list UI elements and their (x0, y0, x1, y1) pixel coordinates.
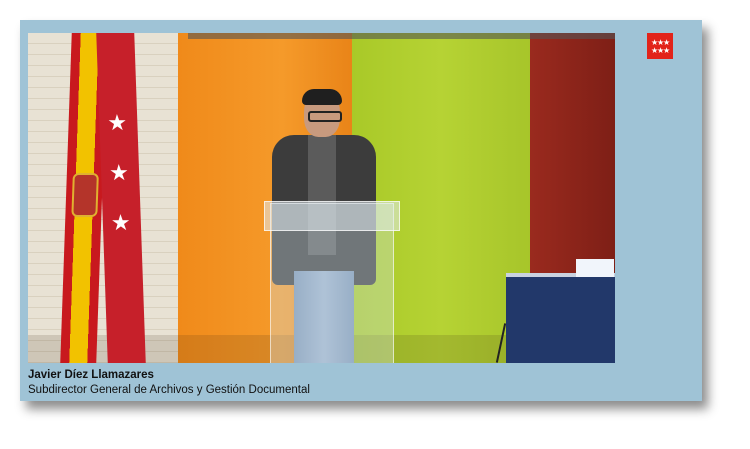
speaker-name: Javier Díez Llamazares (28, 369, 154, 381)
speaker-glasses (308, 111, 342, 122)
ceiling-beam (188, 33, 615, 39)
logo-star-icon: ★ (663, 46, 671, 55)
comunidad-de-madrid-logo-icon: ★ ★ ★ ★ ★ ★ (647, 33, 673, 59)
star-icon: ★ (108, 161, 130, 186)
coat-of-arms (71, 173, 99, 217)
speaker-title: Subdirector General de Archivos y Gestió… (28, 384, 310, 396)
video-player[interactable]: ★ ★ ★ (28, 33, 615, 363)
star-icon: ★ (110, 211, 132, 236)
podium-top (264, 201, 400, 231)
monitor (506, 273, 615, 363)
star-icon: ★ (106, 111, 128, 136)
monitor-light (576, 259, 614, 277)
speaker-hair (302, 89, 342, 105)
